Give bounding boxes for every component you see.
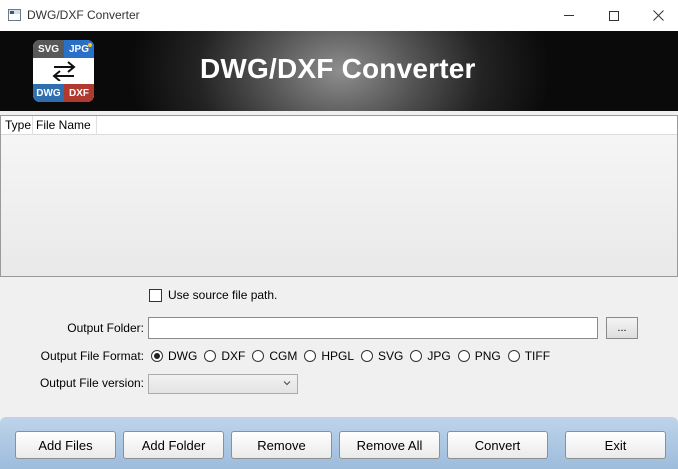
- format-label-svg: SVG: [378, 349, 404, 363]
- use-source-path-checkbox[interactable]: [149, 288, 162, 302]
- close-icon: [653, 10, 664, 21]
- format-radio-tiff[interactable]: TIFF: [507, 349, 551, 363]
- file-list[interactable]: Type File Name: [0, 115, 678, 277]
- window-title: DWG/DXF Converter: [27, 8, 140, 22]
- logo-jpg-tile: JPG: [64, 40, 94, 58]
- format-label-dwg: DWG: [168, 349, 198, 363]
- logo-svg-tile: SVG: [33, 40, 64, 58]
- format-label-tiff: TIFF: [524, 349, 551, 363]
- use-source-path-option[interactable]: Use source file path.: [149, 288, 277, 302]
- chevron-down-icon: [283, 381, 291, 386]
- app-window-icon: [8, 9, 21, 21]
- output-format-label: Output File Format:: [40, 349, 144, 363]
- add-folder-button[interactable]: Add Folder: [123, 431, 224, 459]
- output-version-label: Output File version:: [39, 376, 144, 390]
- remove-button[interactable]: Remove: [231, 431, 332, 459]
- format-label-cgm: CGM: [269, 349, 298, 363]
- use-source-path-label: Use source file path.: [168, 288, 278, 302]
- format-label-dxf: DXF: [221, 349, 246, 363]
- format-radio-dwg[interactable]: DWG: [151, 349, 197, 363]
- logo-dxf-tile: DXF: [64, 84, 94, 102]
- column-header-type[interactable]: Type: [1, 116, 33, 135]
- remove-all-button[interactable]: Remove All: [339, 431, 440, 459]
- format-radio-png[interactable]: PNG: [457, 349, 501, 363]
- banner-title: DWG/DXF Converter: [200, 53, 476, 84]
- swap-arrows-icon: [33, 58, 94, 84]
- radio-icon[interactable]: [361, 350, 374, 362]
- format-radio-dxf[interactable]: DXF: [204, 349, 245, 363]
- format-label-hpgl: HPGL: [321, 349, 355, 363]
- radio-icon[interactable]: [457, 350, 470, 362]
- radio-selected-icon[interactable]: [151, 350, 163, 362]
- radio-icon[interactable]: [507, 350, 520, 362]
- browse-folder-button[interactable]: ...: [606, 317, 638, 339]
- maximize-button[interactable]: [591, 0, 636, 31]
- file-list-header: Type File Name: [1, 116, 677, 135]
- format-radio-svg[interactable]: SVG: [361, 349, 403, 363]
- minimize-button[interactable]: [546, 0, 591, 31]
- convert-button[interactable]: Convert: [447, 431, 548, 459]
- format-radio-hpgl[interactable]: HPGL: [304, 349, 354, 363]
- radio-icon[interactable]: [304, 350, 317, 362]
- close-button[interactable]: [636, 0, 678, 31]
- format-label-jpg: JPG: [427, 349, 451, 363]
- format-radio-jpg[interactable]: JPG: [410, 349, 451, 363]
- output-version-select[interactable]: [148, 374, 298, 394]
- output-folder-label: Output Folder:: [67, 321, 144, 335]
- action-bar: Add Files Add Folder Remove Remove All C…: [0, 417, 678, 469]
- app-logo: SVG JPG DWG DXF: [33, 40, 94, 102]
- radio-icon[interactable]: [410, 350, 423, 362]
- radio-icon[interactable]: [204, 350, 217, 362]
- title-bar: DWG/DXF Converter: [0, 0, 678, 31]
- maximize-icon: [608, 10, 619, 21]
- radio-icon[interactable]: [252, 350, 265, 362]
- column-header-file-name[interactable]: File Name: [33, 116, 97, 135]
- output-folder-input[interactable]: [148, 317, 598, 339]
- add-files-button[interactable]: Add Files: [15, 431, 116, 459]
- output-format-radio-group: DWG DXF CGM HPGL SVG JPG PNG TIFF: [151, 348, 557, 364]
- minimize-icon: [563, 15, 574, 16]
- format-radio-cgm[interactable]: CGM: [252, 349, 297, 363]
- logo-dwg-tile: DWG: [33, 84, 64, 102]
- exit-button[interactable]: Exit: [565, 431, 666, 459]
- format-label-png: PNG: [474, 349, 501, 363]
- header-banner: SVG JPG DWG DXF DWG/DXF Converter: [0, 31, 678, 111]
